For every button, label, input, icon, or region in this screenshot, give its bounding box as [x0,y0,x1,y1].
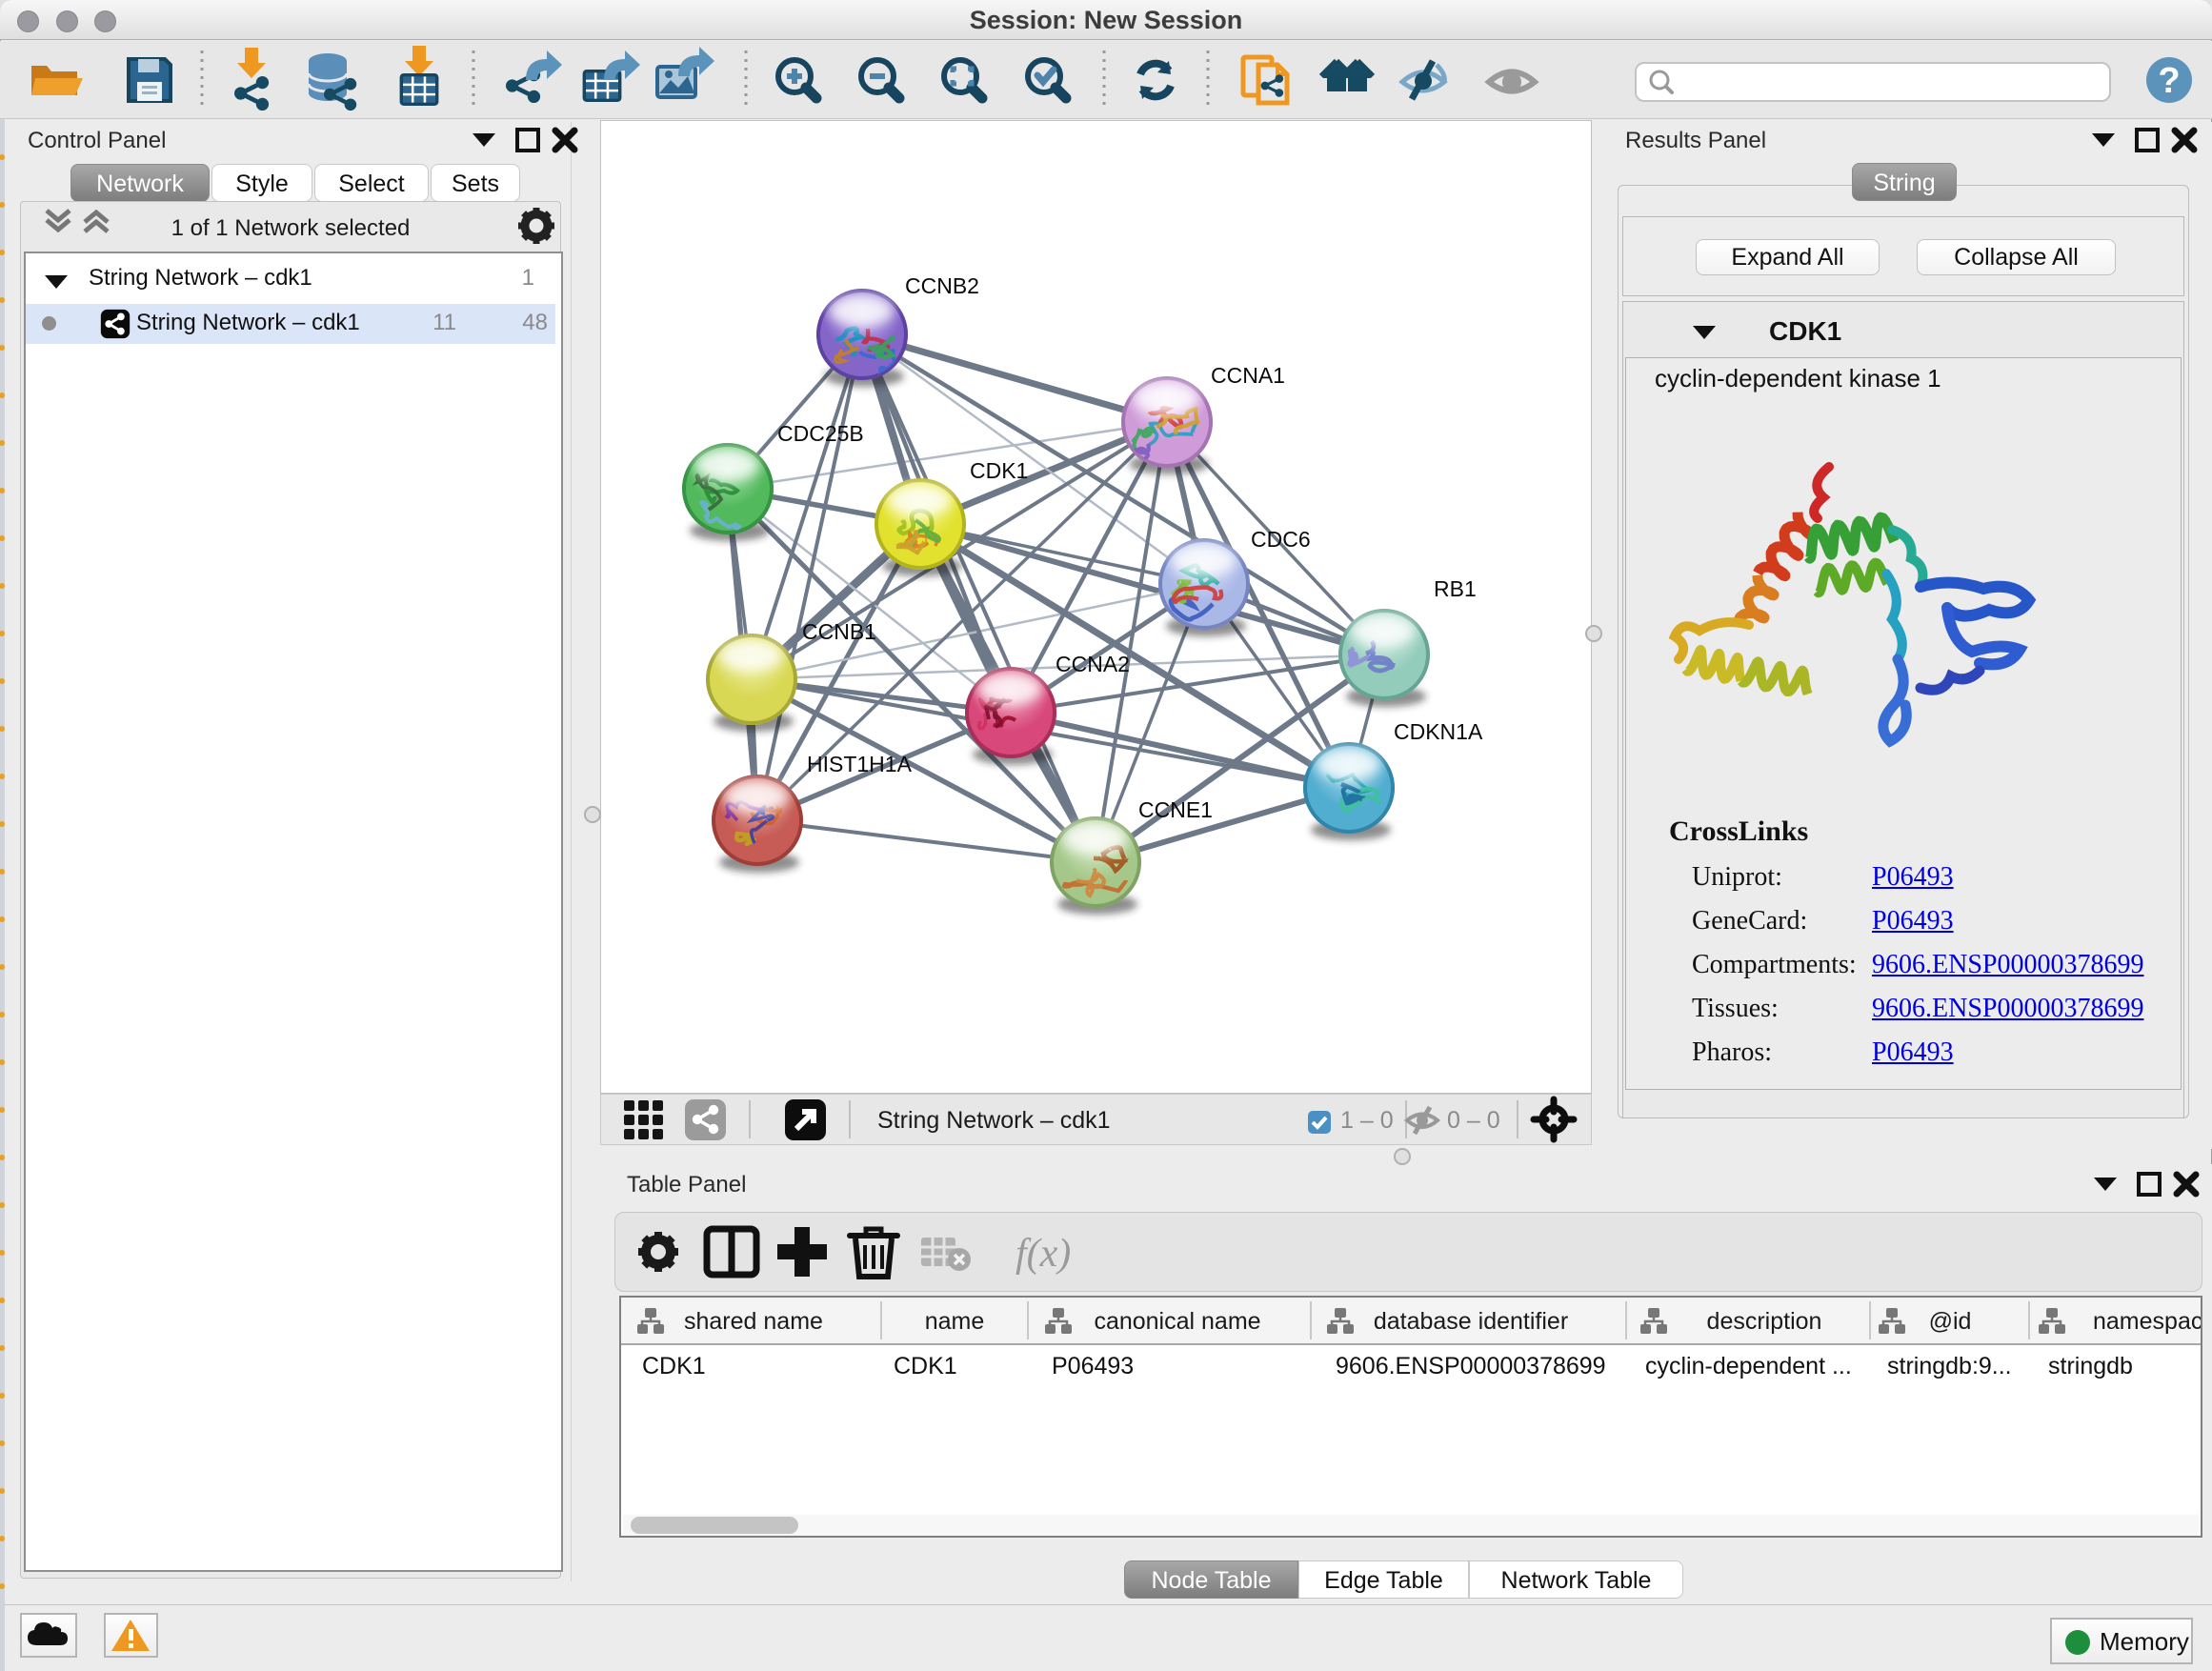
svg-text:CCNB1: CCNB1 [802,619,876,644]
svg-text:description: description [1707,1308,1822,1335]
svg-text:CCNA2: CCNA2 [1056,652,1130,676]
svg-text:HIST1H1A: HIST1H1A [807,752,913,776]
svg-text:CCNE1: CCNE1 [1138,797,1213,822]
svg-text:String Network – cdk1: String Network – cdk1 [877,1107,1111,1134]
svg-text:CDKN1A: CDKN1A [1394,719,1483,744]
svg-text:CDC25B: CDC25B [777,421,864,446]
svg-text:1 of 1 Network selected: 1 of 1 Network selected [171,215,411,241]
svg-text:RB1: RB1 [1434,576,1477,601]
svg-text:database identifier: database identifier [1374,1308,1568,1335]
svg-text:namespac: namespac [2093,1308,2201,1335]
svg-text:CDC6: CDC6 [1251,527,1311,552]
svg-text:@id: @id [1929,1308,1972,1335]
svg-text:CCNB2: CCNB2 [905,273,979,298]
svg-text:CCNA1: CCNA1 [1211,363,1285,388]
svg-text:CDK1: CDK1 [970,458,1028,483]
svg-text:canonical name: canonical name [1094,1308,1260,1335]
svg-text:0 – 0: 0 – 0 [1447,1107,1500,1134]
svg-text:1 – 0: 1 – 0 [1340,1107,1394,1134]
svg-text:?: ? [2158,61,2180,101]
svg-text:f(x): f(x) [1016,1232,1071,1276]
svg-text:shared name: shared name [684,1308,823,1335]
svg-text:name: name [925,1308,985,1335]
